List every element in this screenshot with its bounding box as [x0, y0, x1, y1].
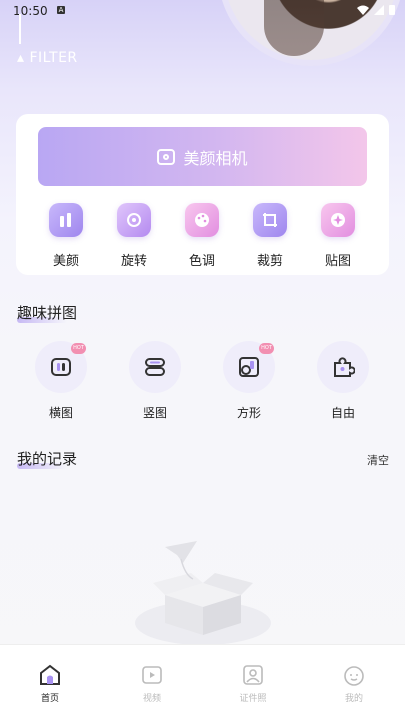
crop-icon	[253, 203, 287, 237]
header-decoration-line	[19, 14, 21, 44]
hot-badge: HOT	[71, 343, 86, 354]
tool-label: 旋转	[120, 254, 147, 269]
home-icon	[40, 664, 60, 685]
beauty-camera-label: 美颜相机	[183, 148, 248, 168]
battery-icon	[389, 5, 395, 15]
tool-label: 色调	[188, 254, 215, 269]
collage-square[interactable]: HOT 方形	[219, 341, 279, 421]
collage-label: 竖图	[142, 406, 167, 420]
collage-label: 横图	[48, 406, 73, 420]
tool-label: 裁剪	[256, 254, 283, 269]
tool-rotate[interactable]: 旋转	[109, 203, 159, 269]
nav-profile[interactable]: 我的	[324, 664, 384, 704]
collage-vertical[interactable]: 竖图	[125, 341, 185, 421]
nav-video[interactable]: 视频	[122, 664, 182, 704]
tool-tone[interactable]: 色调	[177, 203, 227, 269]
collage-section-title: 趣味拼图	[17, 304, 78, 322]
filter-text: FILTER	[29, 50, 78, 66]
signal-icon	[374, 4, 384, 15]
tool-sticker[interactable]: 贴图	[313, 203, 363, 269]
beauty-camera-button[interactable]: 美颜相机	[38, 127, 367, 186]
video-icon	[142, 666, 162, 684]
wifi-icon	[357, 5, 369, 15]
camera-icon	[157, 148, 176, 165]
tool-label: 美颜	[52, 254, 79, 269]
vertical-collage-icon	[129, 341, 181, 393]
bottom-nav: 首页 视频 证件照 我的	[0, 644, 405, 722]
palette-icon	[185, 203, 219, 237]
tool-label: 贴图	[324, 254, 351, 269]
nav-home[interactable]: 首页	[20, 664, 80, 704]
filter-label: ▴ FILTER	[17, 50, 78, 66]
nav-label: 视频	[142, 694, 161, 704]
status-icons	[357, 4, 395, 15]
collage-free[interactable]: 自由	[313, 341, 373, 421]
puzzle-piece-icon	[317, 341, 369, 393]
beauty-icon	[49, 203, 83, 237]
square-collage-icon: HOT	[223, 341, 275, 393]
sticker-icon	[321, 203, 355, 237]
nav-label: 证件照	[239, 694, 267, 704]
nav-label: 首页	[40, 694, 59, 704]
empty-box-illustration	[135, 541, 271, 645]
records-section-title: 我的记录	[17, 450, 78, 468]
profile-icon	[344, 666, 364, 686]
clear-records-button[interactable]: 清空	[367, 452, 389, 468]
rotate-icon	[117, 203, 151, 237]
nav-label: 我的	[344, 694, 363, 704]
notification-icon: A	[57, 6, 65, 14]
tool-crop[interactable]: 裁剪	[245, 203, 295, 269]
collage-horizontal[interactable]: HOT 横图	[31, 341, 91, 421]
hot-badge: HOT	[259, 343, 274, 354]
nav-id-photo[interactable]: 证件照	[223, 664, 283, 704]
collage-label: 自由	[330, 406, 355, 420]
collage-label: 方形	[236, 406, 261, 420]
tool-beauty[interactable]: 美颜	[41, 203, 91, 269]
id-photo-icon	[243, 665, 263, 685]
horizontal-collage-icon: HOT	[35, 341, 87, 393]
